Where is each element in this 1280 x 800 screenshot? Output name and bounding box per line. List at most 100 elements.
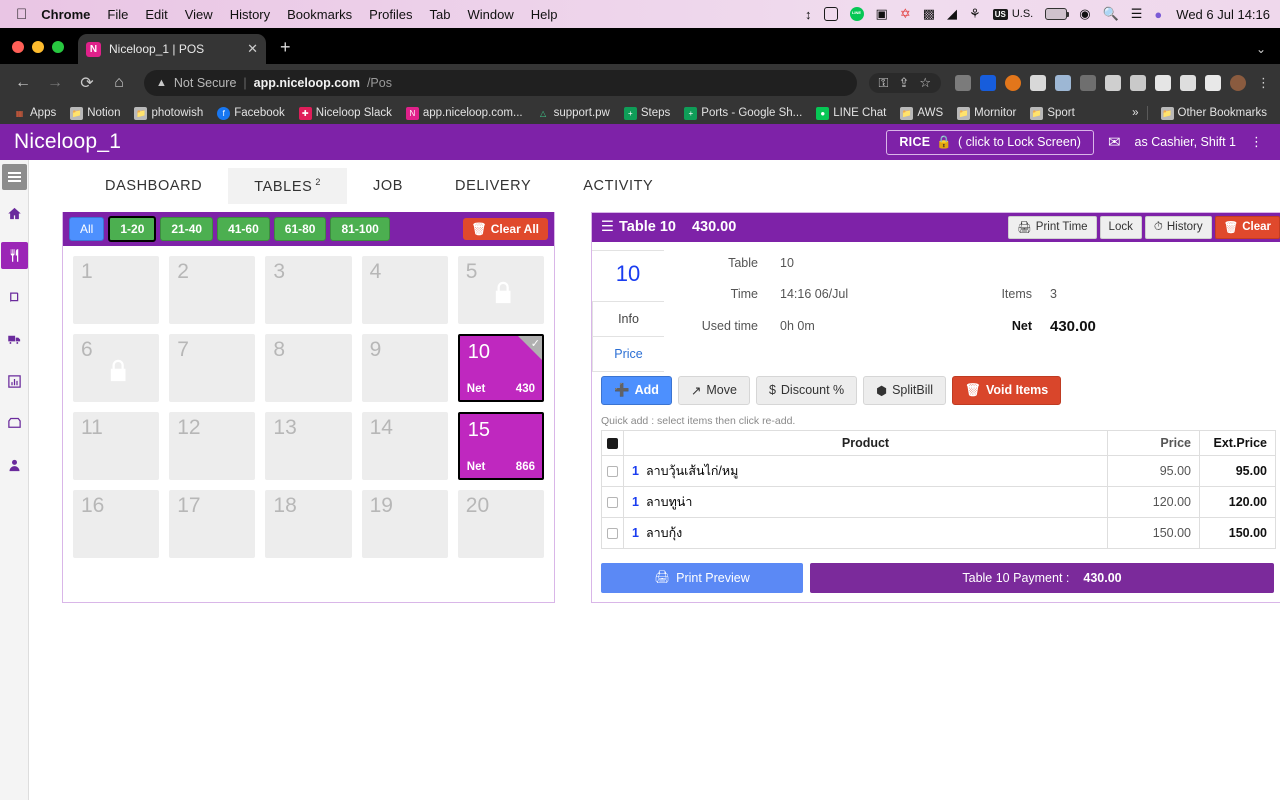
menubar-item-file[interactable]: File xyxy=(107,7,128,22)
list-menu-icon[interactable]: ☰ xyxy=(601,219,614,235)
sidebar-item-reports[interactable] xyxy=(1,368,28,395)
pip-icon[interactable] xyxy=(1030,75,1046,91)
select-all-checkbox-cell[interactable] xyxy=(602,430,624,455)
checkbox-icon[interactable] xyxy=(607,466,618,477)
discount-button[interactable]: $ Discount % xyxy=(756,376,857,405)
forward-arrow-icon[interactable]: → xyxy=(42,74,68,92)
menubar-item-edit[interactable]: Edit xyxy=(145,7,167,22)
bookmark-app-niceloop[interactable]: N app.niceloop.com... xyxy=(401,106,528,121)
tab-activity[interactable]: ACTIVITY xyxy=(557,169,679,203)
table-cell-2[interactable]: 2 xyxy=(169,256,255,324)
bookmarks-overflow-icon[interactable]: » xyxy=(1132,107,1138,119)
filter-all[interactable]: All xyxy=(69,217,104,241)
table-cell-11[interactable]: 11 xyxy=(73,412,159,480)
updown-arrow-icon[interactable]: ↕ xyxy=(805,7,812,22)
history-button[interactable]: ⏱ History xyxy=(1145,216,1212,239)
input-source-icon[interactable]: US U.S. xyxy=(993,8,1034,20)
splitbill-button[interactable]: ⬢ SplitBill xyxy=(863,376,946,405)
back-arrow-icon[interactable]: ← xyxy=(10,74,36,92)
table-cell-17[interactable]: 17 xyxy=(169,490,255,558)
hamburger-menu-icon[interactable] xyxy=(2,164,27,190)
bookmark-other-bookmarks[interactable]: 📁 Other Bookmarks xyxy=(1156,106,1272,121)
bookmark-line-chat[interactable]: ● LINE Chat xyxy=(811,106,891,121)
menubar-item-chrome[interactable]: Chrome xyxy=(41,7,90,22)
lock-screen-button[interactable]: RICE 🔒 ( click to Lock Screen) xyxy=(886,130,1094,155)
close-icon[interactable]: ✕ xyxy=(247,41,258,57)
kebab-menu-icon[interactable]: ⋮ xyxy=(1250,134,1264,150)
bookmark-steps[interactable]: + Steps xyxy=(619,106,675,121)
bookmark-mornitor[interactable]: 📁 Mornitor xyxy=(952,106,1021,121)
playlist-icon[interactable] xyxy=(1180,75,1196,91)
maximize-window-button[interactable] xyxy=(52,41,64,53)
clear-button[interactable]: 🗑 Clear xyxy=(1215,216,1280,239)
table-row[interactable]: 1ลาบทูน่า 120.00 120.00 xyxy=(602,486,1276,517)
clear-all-button[interactable]: 🗑 Clear All xyxy=(463,218,548,240)
screen-record-icon[interactable] xyxy=(824,7,838,21)
row-checkbox-cell[interactable] xyxy=(602,486,624,517)
bookmark-niceloop-slack[interactable]: ✚ Niceloop Slack xyxy=(294,106,397,121)
tab-job[interactable]: JOB xyxy=(347,169,429,203)
table-cell-6[interactable]: 6 xyxy=(73,334,159,402)
table-cell-10[interactable]: ✓ 10 Net 430 xyxy=(458,334,544,402)
row-checkbox-cell[interactable] xyxy=(602,517,624,548)
table-cell-5[interactable]: 5 xyxy=(458,256,544,324)
close-window-button[interactable] xyxy=(12,41,24,53)
table-cell-14[interactable]: 14 xyxy=(362,412,448,480)
scissors-icon[interactable]: ✡ xyxy=(900,6,911,22)
control-center-icon[interactable]: ☰ xyxy=(1131,6,1143,22)
sidebar-item-tables[interactable] xyxy=(1,242,28,269)
filter-61-80[interactable]: 61-80 xyxy=(274,217,327,241)
bookmark-ports-google-sheets[interactable]: + Ports - Google Sh... xyxy=(679,106,807,121)
table-row[interactable]: 1ลาบวุ้นเส้นไก่/หมู 95.00 95.00 xyxy=(602,455,1276,486)
table-cell-12[interactable]: 12 xyxy=(169,412,255,480)
line-messenger-icon[interactable] xyxy=(850,7,864,21)
table-cell-19[interactable]: 19 xyxy=(362,490,448,558)
tab-tables[interactable]: TABLES2 xyxy=(228,168,347,204)
search-icon[interactable]: 🔍 xyxy=(1103,6,1119,22)
share-icon[interactable]: ⇪ xyxy=(898,75,909,91)
table-cell-4[interactable]: 4 xyxy=(362,256,448,324)
bookmark-facebook[interactable]: f Facebook xyxy=(212,106,290,121)
table-cell-9[interactable]: 9 xyxy=(362,334,448,402)
star-icon[interactable]: ☆ xyxy=(919,75,931,91)
bitwarden-icon[interactable] xyxy=(980,75,996,91)
puzzle-icon[interactable] xyxy=(1155,75,1171,91)
sidebar-item-account[interactable] xyxy=(1,452,28,479)
table-cell-1[interactable]: 1 xyxy=(73,256,159,324)
new-tab-button[interactable]: + xyxy=(280,37,291,64)
alert-clipboard-icon[interactable]: ⚘ xyxy=(969,6,981,22)
table-cell-16[interactable]: 16 xyxy=(73,490,159,558)
menubar-item-help[interactable]: Help xyxy=(531,7,558,22)
menubar-clock[interactable]: Wed 6 Jul 14:16 xyxy=(1176,7,1270,22)
inbox-icon[interactable]: ✉ xyxy=(1108,133,1121,151)
sidebar-item-home[interactable] xyxy=(1,200,28,227)
checkbox-icon[interactable] xyxy=(607,438,618,449)
chevron-down-icon[interactable]: ⌄ xyxy=(1256,42,1280,64)
menubar-item-history[interactable]: History xyxy=(230,7,270,22)
chrome-menu-icon[interactable]: ⋮ xyxy=(1257,75,1270,91)
menubar-item-window[interactable]: Window xyxy=(468,7,514,22)
add-button[interactable]: ➕ Add xyxy=(601,376,672,405)
reload-icon[interactable]: ⟳ xyxy=(74,73,100,93)
lock-button[interactable]: Lock xyxy=(1100,216,1142,239)
menubar-item-tab[interactable]: Tab xyxy=(430,7,451,22)
metamask-icon[interactable] xyxy=(1005,75,1021,91)
minimize-window-button[interactable] xyxy=(32,41,44,53)
vtab-table-number[interactable]: 10 xyxy=(592,250,664,301)
address-bar[interactable]: ▲ Not Secure | app.niceloop.com/Pos xyxy=(144,70,857,96)
lightbulb-icon[interactable] xyxy=(1105,75,1121,91)
sidebar-item-menu-book[interactable] xyxy=(1,284,28,311)
payment-button[interactable]: Table 10 Payment : 430.00 xyxy=(810,563,1274,593)
bookmark-photowish[interactable]: 📁 photowish xyxy=(129,106,208,121)
print-time-button[interactable]: 🖨 Print Time xyxy=(1008,216,1096,239)
profile-avatar-icon[interactable] xyxy=(1230,75,1246,91)
row-checkbox-cell[interactable] xyxy=(602,455,624,486)
table-cell-20[interactable]: 20 xyxy=(458,490,544,558)
bookmark-aws[interactable]: 📁 AWS xyxy=(895,106,948,121)
vtab-price[interactable]: Price xyxy=(592,337,664,372)
filter-1-20[interactable]: 1-20 xyxy=(108,216,156,242)
sidepanel-icon[interactable] xyxy=(1205,75,1221,91)
tab-dashboard[interactable]: DASHBOARD xyxy=(79,169,228,203)
browser-tab[interactable]: N Niceloop_1 | POS ✕ xyxy=(78,34,266,64)
layout-icon[interactable]: ▩ xyxy=(923,6,935,22)
